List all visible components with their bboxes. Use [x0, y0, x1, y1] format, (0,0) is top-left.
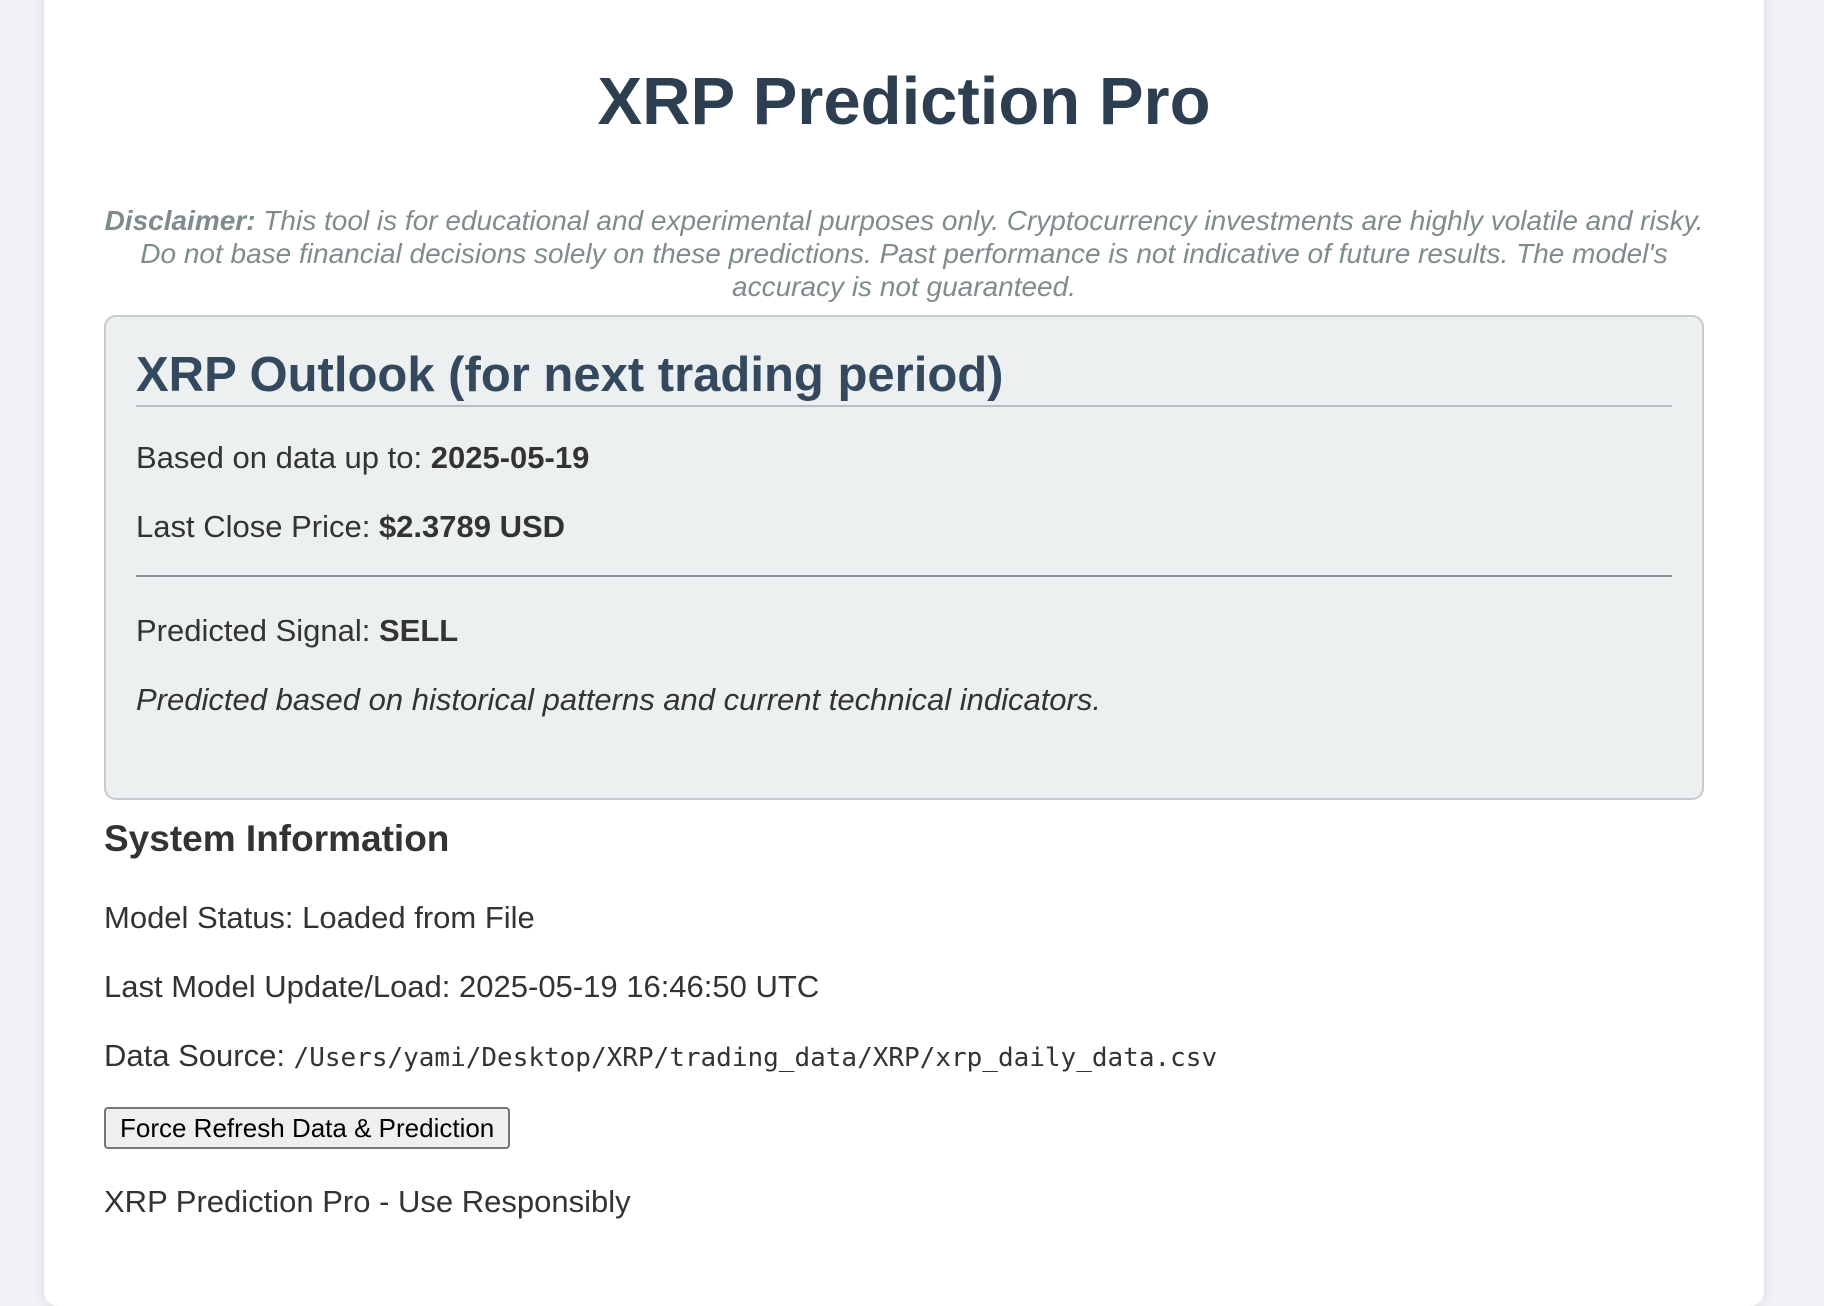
model-status-value: Loaded from File	[302, 900, 535, 935]
last-update-value: 2025-05-19 16:46:50 UTC	[459, 969, 820, 1004]
signal-row: Predicted Signal: SELL	[136, 615, 458, 646]
last-close-row: Last Close Price: $2.3789 USD	[136, 511, 565, 542]
data-source-path: /Users/yami/Desktop/XRP/trading_data/XRP…	[293, 1043, 1218, 1073]
main-container: XRP Prediction Pro Disclaimer: This tool…	[44, 0, 1764, 1306]
disclaimer-text: This tool is for educational and experim…	[140, 205, 1704, 302]
data-date-value: 2025-05-19	[430, 440, 590, 475]
system-info-heading: System Information	[104, 818, 450, 859]
disclaimer: Disclaimer: This tool is for educational…	[104, 204, 1704, 303]
data-date-label: Based on data up to:	[136, 440, 431, 475]
last-update-label: Last Model Update/Load:	[104, 969, 460, 1004]
page-title: XRP Prediction Pro	[597, 64, 1211, 139]
last-update-row: Last Model Update/Load: 2025-05-19 16:46…	[104, 971, 819, 1002]
data-source-label: Data Source:	[104, 1038, 294, 1073]
outlook-card: XRP Outlook (for next trading period) Ba…	[104, 315, 1704, 800]
outlook-heading: XRP Outlook (for next trading period)	[136, 348, 1004, 402]
divider	[136, 575, 1672, 577]
last-close-value: $2.3789 USD	[378, 509, 566, 544]
model-status-row: Model Status: Loaded from File	[104, 902, 535, 933]
prediction-note: Predicted based on historical patterns a…	[136, 682, 1101, 717]
disclaimer-label: Disclaimer:	[104, 205, 256, 236]
footer-text: XRP Prediction Pro - Use Responsibly	[104, 1184, 631, 1219]
force-refresh-button[interactable]: Force Refresh Data & Prediction	[104, 1107, 511, 1149]
data-source-row: Data Source: /Users/yami/Desktop/XRP/tra…	[104, 1040, 1217, 1071]
data-date-row: Based on data up to: 2025-05-19	[136, 442, 589, 473]
signal-label: Predicted Signal:	[136, 613, 379, 648]
divider	[136, 405, 1672, 407]
signal-value: SELL	[378, 613, 459, 648]
last-close-label: Last Close Price:	[136, 509, 379, 544]
model-status-label: Model Status:	[104, 900, 303, 935]
